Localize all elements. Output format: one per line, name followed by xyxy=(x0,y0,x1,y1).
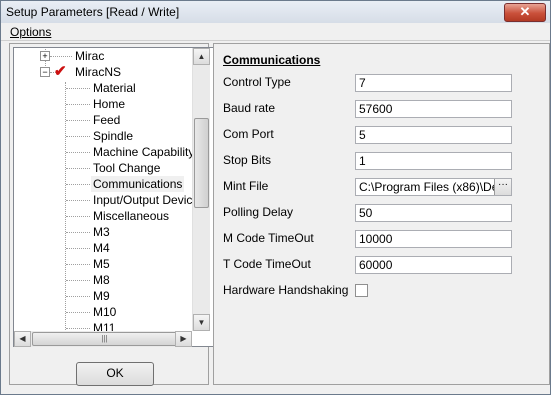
baud-rate-field[interactable]: 57600 xyxy=(355,100,512,118)
tree-node-label: Mirac xyxy=(75,49,105,63)
baud-rate-label: Baud rate xyxy=(223,101,276,115)
browse-button[interactable]: ··· xyxy=(494,179,511,195)
scroll-right-icon[interactable]: ▶ xyxy=(175,331,192,347)
tree-item-label: M9 xyxy=(93,289,110,303)
close-button[interactable]: ✕ xyxy=(504,3,546,22)
scroll-up-icon[interactable]: ▲ xyxy=(193,48,210,65)
collapse-icon[interactable]: − xyxy=(40,67,50,77)
mint-file-field[interactable]: C:\Program Files (x86)\Denford ··· xyxy=(355,178,512,196)
tree-item-label: Home xyxy=(93,97,126,111)
t-code-timeout-label: T Code TimeOut xyxy=(223,257,311,271)
menu-bar: Options xyxy=(1,23,550,41)
section-title: Communications xyxy=(223,53,321,67)
tree-horizontal-scrollbar[interactable]: ◀ ||| ▶ xyxy=(14,331,192,347)
tree-item-label: Tool Change xyxy=(93,161,161,175)
tree-node-label: MiracNS xyxy=(75,65,122,79)
close-icon: ✕ xyxy=(519,4,531,19)
tree-item-label: Feed xyxy=(93,113,121,127)
scroll-down-icon[interactable]: ▼ xyxy=(193,314,210,331)
scroll-left-icon[interactable]: ◀ xyxy=(14,331,31,347)
grip-icon: ||| xyxy=(101,334,108,343)
hardware-handshaking-label: Hardware Handshaking xyxy=(223,283,349,297)
tree-line xyxy=(66,152,90,153)
window-title: Setup Parameters [Read / Write] xyxy=(6,5,180,19)
control-type-label: Control Type xyxy=(223,75,291,89)
polling-delay-field[interactable]: 50 xyxy=(355,204,512,222)
expand-icon[interactable]: + xyxy=(40,51,50,61)
m-code-timeout-label: M Code TimeOut xyxy=(223,231,314,245)
t-code-timeout-field[interactable]: 60000 xyxy=(355,256,512,274)
tree-item-label: M3 xyxy=(93,225,110,239)
tree-line xyxy=(66,88,90,89)
checkmark-icon: ✔ xyxy=(54,63,67,80)
horizontal-scroll-thumb[interactable]: ||| xyxy=(32,332,177,346)
tree-line xyxy=(66,184,90,185)
menu-options[interactable]: Options xyxy=(10,25,51,39)
tree-line xyxy=(66,120,90,121)
mint-file-path: C:\Program Files (x86)\Denford xyxy=(359,180,512,194)
ok-button[interactable]: OK xyxy=(76,362,154,386)
tree-line xyxy=(66,136,90,137)
tree-line xyxy=(66,200,90,201)
stop-bits-field[interactable]: 1 xyxy=(355,152,512,170)
tree-item-label-selected: Communications xyxy=(91,176,185,192)
tree-line xyxy=(66,312,90,313)
setup-parameters-window: Setup Parameters [Read / Write] ✕ Option… xyxy=(0,0,551,395)
tree-item-label: Material xyxy=(93,81,136,95)
tree-line xyxy=(65,82,66,346)
tree-item-label: Spindle xyxy=(93,129,134,143)
tree-line xyxy=(66,104,90,105)
com-port-label: Com Port xyxy=(223,127,274,141)
control-type-field[interactable]: 7 xyxy=(355,74,512,92)
com-port-field[interactable]: 5 xyxy=(355,126,512,144)
tree-line xyxy=(66,168,90,169)
tree-item-label: M8 xyxy=(93,273,110,287)
stop-bits-label: Stop Bits xyxy=(223,153,272,167)
tree-line xyxy=(66,280,90,281)
tree-line xyxy=(66,296,90,297)
tree-panel: + Mirac − ✔ MiracNS Material Home Feed S… xyxy=(9,43,215,386)
tree-line xyxy=(66,328,90,329)
settings-panel: Communications Control Type 7 Baud rate … xyxy=(213,43,550,385)
title-bar[interactable]: Setup Parameters [Read / Write] ✕ xyxy=(1,1,550,24)
tree-item-label: M5 xyxy=(93,257,110,271)
vertical-scroll-thumb[interactable] xyxy=(194,118,209,208)
tree-item-label: Miscellaneous xyxy=(93,209,170,223)
tree-line xyxy=(66,264,90,265)
tree-item-label: M4 xyxy=(93,241,110,255)
parameter-tree[interactable]: + Mirac − ✔ MiracNS Material Home Feed S… xyxy=(13,47,215,347)
tree-item-label: M10 xyxy=(93,305,117,319)
menu-divider xyxy=(1,40,550,41)
m-code-timeout-field[interactable]: 10000 xyxy=(355,230,512,248)
hardware-handshaking-checkbox[interactable] xyxy=(355,284,368,297)
tree-item-label: Input/Output Devices xyxy=(93,193,206,207)
tree-line xyxy=(66,216,90,217)
tree-vertical-scrollbar[interactable]: ▲ ▼ xyxy=(192,48,210,331)
mint-file-label: Mint File xyxy=(223,179,269,193)
polling-delay-label: Polling Delay xyxy=(223,205,294,219)
tree-line xyxy=(66,232,90,233)
tree-line xyxy=(66,248,90,249)
tree-item-label: Machine Capability xyxy=(93,145,195,159)
tree-line xyxy=(50,56,72,57)
